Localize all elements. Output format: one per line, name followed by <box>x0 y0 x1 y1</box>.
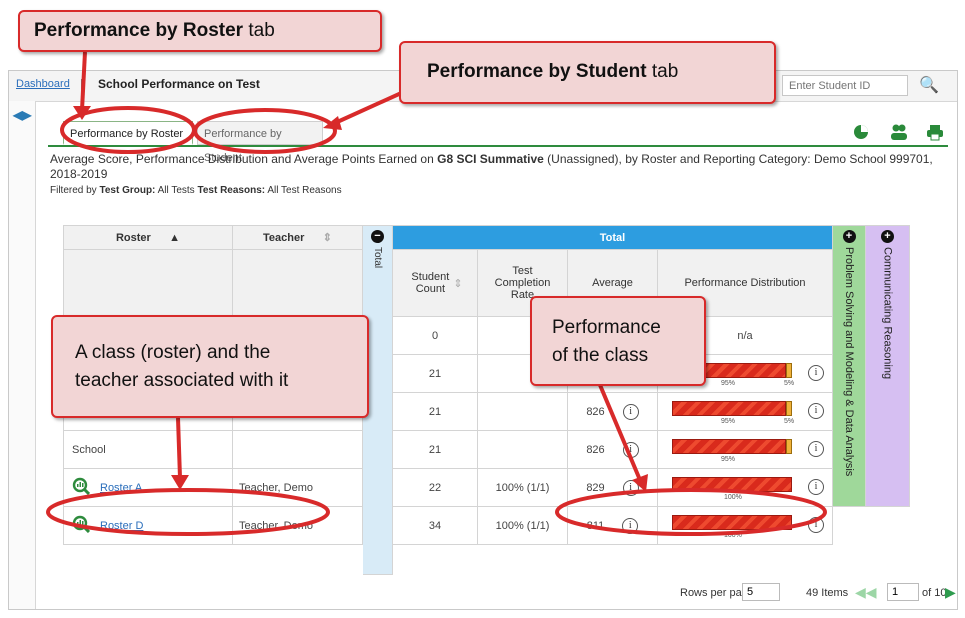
callout-class-line2: teacher associated with it <box>75 370 289 391</box>
arrow-head <box>171 475 189 490</box>
arrow-line <box>80 51 87 111</box>
arrow-line <box>176 417 182 479</box>
callout-roster-tab: Performance by Roster tab <box>18 10 382 52</box>
callout-class-line1: A class (roster) and the <box>75 342 271 363</box>
callout-student-tab-rest: tab <box>646 61 679 82</box>
callout-roster-tab-bold: Performance by Roster <box>34 20 244 41</box>
callout-student-tab-bold: Performance by Student <box>427 61 647 82</box>
callout-class-performance: Performance of the class <box>530 296 706 386</box>
callout-perf-line2: of the class <box>552 345 649 366</box>
callout-student-tab: Performance by Student tab <box>399 41 776 104</box>
callout-class-roster: A class (roster) and the teacher associa… <box>51 315 369 418</box>
arrow-head <box>323 116 342 130</box>
highlight-student-tab <box>193 108 337 154</box>
arrow-line <box>598 384 642 481</box>
callout-roster-tab-rest: tab <box>243 20 275 41</box>
callout-perf-line1: Performance <box>552 317 661 338</box>
highlight-roster-row <box>46 488 330 536</box>
highlight-performance <box>555 488 827 536</box>
